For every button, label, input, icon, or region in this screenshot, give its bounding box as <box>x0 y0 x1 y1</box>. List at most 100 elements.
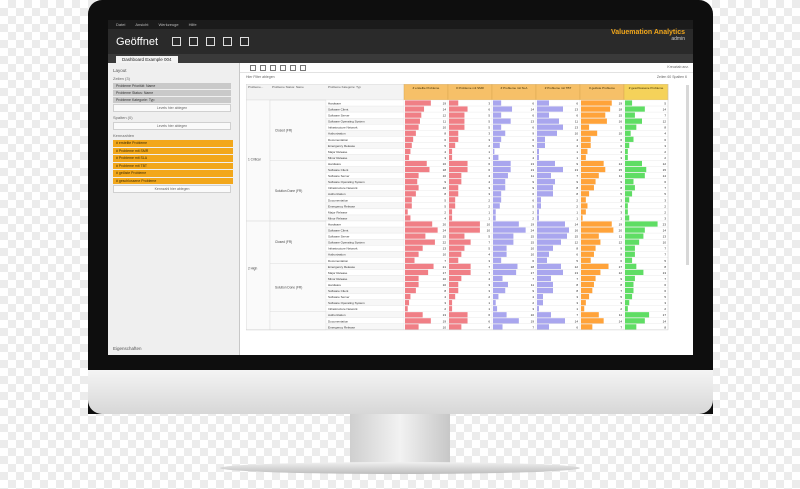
value-bar <box>449 154 453 161</box>
value-bar <box>449 239 471 245</box>
open-folder-icon[interactable] <box>172 37 181 46</box>
measures-dropzone[interactable]: Kennzahl hier ablegen <box>113 185 231 193</box>
row-field-priority[interactable]: Probleme Priorität: Name <box>113 83 231 89</box>
value-bar <box>449 281 459 288</box>
sort-icon[interactable] <box>300 64 306 71</box>
menu-help[interactable]: Hilfe <box>189 22 197 27</box>
value-bar <box>405 227 438 233</box>
value-bar <box>581 287 593 294</box>
value-bar <box>537 275 551 282</box>
tab-dashboard[interactable]: Dashboard Example 004 <box>116 56 178 63</box>
value-bar <box>405 124 419 130</box>
menu-file[interactable]: Datei <box>116 22 125 27</box>
value-bar <box>581 148 588 155</box>
value-bar <box>625 227 645 233</box>
value-bar <box>405 112 422 118</box>
value-label: 11 <box>531 174 534 178</box>
undo-icon[interactable] <box>250 64 256 71</box>
menu-view[interactable]: Ansicht <box>135 22 148 27</box>
measure-tbt[interactable]: # Probleme mit TBT <box>113 162 233 169</box>
redo-icon[interactable] <box>260 64 266 71</box>
user-name[interactable]: admin <box>611 36 685 42</box>
properties-section-label[interactable]: Eigenschaften <box>113 346 142 351</box>
brand-name: Valuemation Analytics <box>610 29 685 36</box>
value-label: 12 <box>575 241 579 245</box>
filter-dropzone[interactable]: Hier Filter ablegen <box>246 75 275 79</box>
row-field-category[interactable]: Probleme Kategorie: Typ <box>113 97 231 103</box>
value-cell <box>447 154 493 161</box>
value-bar <box>449 160 468 167</box>
value-cell <box>447 208 493 216</box>
value-cell <box>623 208 669 216</box>
measure-smr[interactable]: # Probleme mit SMR <box>113 147 233 154</box>
value-bar <box>537 294 543 300</box>
value-bar <box>625 275 635 282</box>
image-icon[interactable] <box>223 37 232 46</box>
filter-icon[interactable] <box>290 64 296 71</box>
value-bar <box>625 118 642 124</box>
value-bar <box>537 215 539 221</box>
menu-tools[interactable]: Werkzeuge <box>158 22 178 27</box>
row-field-status[interactable]: Probleme Status: Name <box>113 90 231 96</box>
value-bar <box>405 142 412 148</box>
table-icon[interactable] <box>280 64 286 71</box>
value-bar <box>449 263 471 269</box>
value-label: 15 <box>619 168 623 172</box>
layout-icon[interactable] <box>270 64 276 71</box>
columns-dropzone[interactable]: Levels hier ablegen <box>113 122 231 130</box>
value-cell <box>403 305 449 312</box>
value-bar <box>405 245 423 251</box>
measure-created[interactable]: # erstellte Probleme <box>113 140 233 147</box>
vertical-scrollbar[interactable] <box>686 85 689 265</box>
measure-sla[interactable]: # Probleme mit SLA <box>113 155 233 162</box>
category-label: Emergency Release <box>328 204 355 208</box>
export-icon[interactable] <box>189 37 198 46</box>
value-bar <box>625 197 630 203</box>
value-label: 19 <box>531 319 535 323</box>
value-bar <box>625 306 628 312</box>
value-label: 15 <box>443 235 447 239</box>
value-bar <box>625 179 634 185</box>
measure-header-label: # gelöste Probleme <box>589 86 615 90</box>
value-bar <box>581 112 606 118</box>
value-label: 19 <box>531 222 535 226</box>
value-bar <box>537 269 563 276</box>
layout-section-label[interactable]: Layout <box>113 68 234 73</box>
value-bar <box>493 263 518 269</box>
value-bar <box>537 245 553 251</box>
value-label: 12 <box>663 120 667 124</box>
category-label: Software Operating System <box>328 301 365 305</box>
category-label: Authorization <box>328 253 346 257</box>
value-cell <box>623 202 669 210</box>
title-bar: Geöffnet Valuemation Analytics admin <box>108 29 693 54</box>
value-bar <box>449 275 462 282</box>
category-label: Software Operating System <box>328 241 365 245</box>
value-cell <box>535 154 581 161</box>
value-bar <box>449 209 453 215</box>
measure-closed[interactable]: # geschlossene Probleme <box>113 177 233 184</box>
save-icon[interactable] <box>240 37 249 46</box>
crosstab-view-label[interactable]: Kreuztab anz. <box>667 65 689 69</box>
value-bar <box>581 203 588 209</box>
value-bar <box>625 312 650 318</box>
value-bar <box>537 124 563 130</box>
value-bar <box>405 148 411 155</box>
value-bar <box>405 197 412 203</box>
measure-solved[interactable]: # gelöste Probleme <box>113 170 233 177</box>
value-label: 10 <box>619 132 623 136</box>
value-bar <box>493 118 511 124</box>
category-label: Hardware <box>328 162 341 166</box>
value-bar <box>493 100 502 106</box>
value-bar <box>493 124 502 130</box>
value-bar <box>493 312 507 318</box>
rows-dropzone[interactable]: Levels hier ablegen <box>113 104 231 112</box>
value-bar <box>581 185 594 191</box>
category-label: Software Server <box>328 174 350 178</box>
value-bar <box>449 221 480 227</box>
value-bar <box>405 312 423 318</box>
value-bar <box>537 306 539 312</box>
edit-icon[interactable] <box>206 37 215 46</box>
menu-bar: Datei Ansicht Werkzeuge Hilfe <box>108 20 693 29</box>
category-label: Hardware <box>328 222 341 226</box>
value-bar <box>493 300 496 306</box>
